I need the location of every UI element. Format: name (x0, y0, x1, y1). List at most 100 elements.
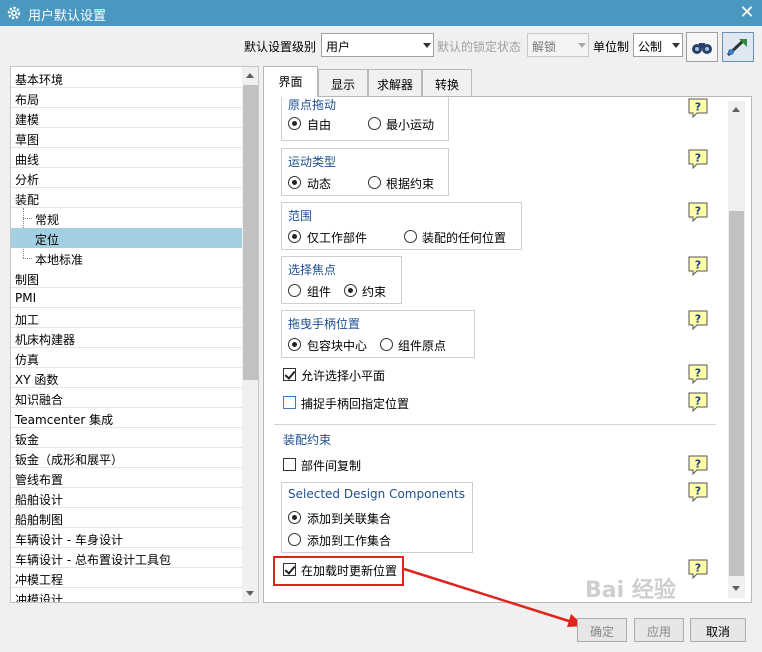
tree-item[interactable]: 制图 (11, 268, 242, 288)
tree-item-label: 制图 (15, 273, 40, 287)
radio-free[interactable] (288, 117, 301, 130)
tree-item[interactable]: 建模 (11, 108, 242, 128)
find-default-button[interactable] (686, 32, 718, 62)
radio-work-part-only[interactable] (288, 230, 301, 243)
unit-system-select[interactable]: 公制 (633, 33, 683, 57)
drag-handle-group: 拖曳手柄位置 包容块中心 组件原点 (281, 310, 475, 358)
tree-item-label: 分析 (15, 173, 40, 187)
tab-display[interactable]: 显示 (318, 69, 368, 96)
tree-item[interactable]: 曲线 (11, 148, 242, 168)
tab-translate[interactable]: 转换 (422, 69, 472, 96)
update-position-on-load-checkbox[interactable] (283, 563, 296, 576)
tree-item-label: PMI (15, 291, 37, 305)
tree-item[interactable]: 仿真 (11, 348, 242, 368)
user-defaults-dialog: 用户默认设置 ✕ 默认设置级别 用户 默认的锁定状态 解锁 单位制 公制 基本环… (0, 0, 762, 652)
defaults-level-select[interactable]: 用户 (321, 33, 434, 57)
radio-label: 自由 (307, 118, 332, 132)
tree-item-child-selected[interactable]: 定位 (11, 228, 242, 248)
manage-defaults-button[interactable] (722, 32, 754, 62)
tree-item-label: 钣金 (15, 433, 40, 447)
panel-scrollbar[interactable] (728, 101, 745, 598)
tree-item[interactable]: 船舶设计 (11, 488, 242, 508)
settings-panel: 原点拖动 自由 最小运动 ? 运动类型 动态 根据约束 ? 范围 仅工作部件 装… (263, 96, 752, 603)
tab-interface[interactable]: 界面 (263, 66, 318, 97)
help-icon[interactable]: ? (688, 202, 708, 222)
snap-handle-checkbox[interactable] (283, 396, 296, 409)
tree-item-label: 车辆设计 - 总布置设计工具包 (15, 553, 171, 567)
button-label: 取消 (705, 625, 730, 639)
tree-item[interactable]: 冲模工程 (11, 568, 242, 588)
tree-scrollbar[interactable] (242, 67, 258, 602)
tree-item[interactable]: 钣金（成形和展平） (11, 448, 242, 468)
radio-add-to-associative-set[interactable] (288, 511, 301, 524)
help-icon[interactable]: ? (688, 392, 708, 412)
cancel-button[interactable]: 取消 (690, 618, 746, 642)
tree-item-label: 冲模设计 (15, 593, 64, 603)
radio-constraint[interactable] (344, 284, 357, 297)
tree-item[interactable]: XY 函数 (11, 368, 242, 388)
lock-state-select[interactable]: 解锁 (527, 33, 589, 57)
scroll-up-icon[interactable] (242, 67, 258, 84)
radio-component[interactable] (288, 284, 301, 297)
scroll-down-icon[interactable] (728, 580, 745, 597)
help-icon[interactable]: ? (688, 364, 708, 384)
tree-item-child[interactable]: 常规 (11, 208, 242, 228)
help-icon[interactable]: ? (688, 98, 708, 118)
allow-small-plane-checkbox[interactable] (283, 368, 296, 381)
radio-by-constraint[interactable] (368, 176, 381, 189)
tree-item[interactable]: 船舶制图 (11, 508, 242, 528)
radio-add-to-work-set[interactable] (288, 533, 301, 546)
tree-item[interactable]: 车辆设计 - 总布置设计工具包 (11, 548, 242, 568)
apply-button[interactable]: 应用 (634, 618, 684, 642)
tree-item-label: 建模 (15, 113, 40, 127)
tab-solver[interactable]: 求解器 (368, 69, 422, 96)
tree-item[interactable]: 机床构建器 (11, 328, 242, 348)
radio-bounding-box-center[interactable] (288, 338, 301, 351)
copy-between-parts-checkbox[interactable] (283, 458, 296, 471)
group-title: 原点拖动 (288, 98, 337, 112)
radio-anywhere-in-assembly[interactable] (404, 230, 417, 243)
tree-scroll-thumb[interactable] (243, 85, 258, 380)
unit-system-label: 单位制 (593, 40, 630, 54)
radio-dynamic[interactable] (288, 176, 301, 189)
section-divider (274, 424, 716, 425)
radio-label: 装配的任何位置 (422, 231, 507, 245)
tree-item[interactable]: 管线布置 (11, 468, 242, 488)
tree-item[interactable]: Teamcenter 集成 (11, 408, 242, 428)
tree-item[interactable]: 布局 (11, 88, 242, 108)
radio-label: 添加到关联集合 (307, 512, 392, 526)
panel-scroll-thumb[interactable] (729, 211, 744, 576)
tree-item[interactable]: 车辆设计 - 车身设计 (11, 528, 242, 548)
tree-item-label: 知识融合 (15, 393, 64, 407)
tree-item[interactable]: 草图 (11, 128, 242, 148)
tree-item[interactable]: 基本环境 (11, 68, 242, 88)
defaults-level-value: 用户 (326, 40, 351, 54)
tree-item[interactable]: 钣金 (11, 428, 242, 448)
tree-item-label: 布局 (15, 93, 40, 107)
tree-item[interactable]: 分析 (11, 168, 242, 188)
group-title: Selected Design Components (288, 487, 465, 501)
tree-item-child[interactable]: 本地标准 (11, 248, 242, 268)
tab-label: 界面 (278, 75, 303, 89)
help-icon[interactable]: ? (688, 149, 708, 169)
tree-item[interactable]: 知识融合 (11, 388, 242, 408)
scroll-up-icon[interactable] (728, 101, 745, 118)
help-icon[interactable]: ? (688, 310, 708, 330)
svg-text:?: ? (695, 458, 701, 471)
scroll-down-icon[interactable] (242, 585, 258, 602)
tree-item[interactable]: 装配 (11, 188, 242, 208)
ok-button[interactable]: 确定 (577, 618, 627, 642)
title-bar[interactable]: 用户默认设置 ✕ (0, 0, 762, 26)
help-icon[interactable]: ? (688, 482, 708, 502)
tree-item-label: 装配 (15, 193, 40, 207)
watermark: Bai 经验 (585, 578, 676, 603)
help-icon[interactable]: ? (688, 256, 708, 276)
tree-item[interactable]: 加工 (11, 308, 242, 328)
help-icon[interactable]: ? (688, 455, 708, 475)
help-icon[interactable]: ? (688, 559, 708, 579)
radio-component-origin[interactable] (380, 338, 393, 351)
tree-item[interactable]: PMI (11, 288, 242, 308)
radio-min-motion[interactable] (368, 117, 381, 130)
close-button[interactable]: ✕ (736, 2, 758, 24)
tree-item[interactable]: 冲模设计 (11, 588, 242, 603)
